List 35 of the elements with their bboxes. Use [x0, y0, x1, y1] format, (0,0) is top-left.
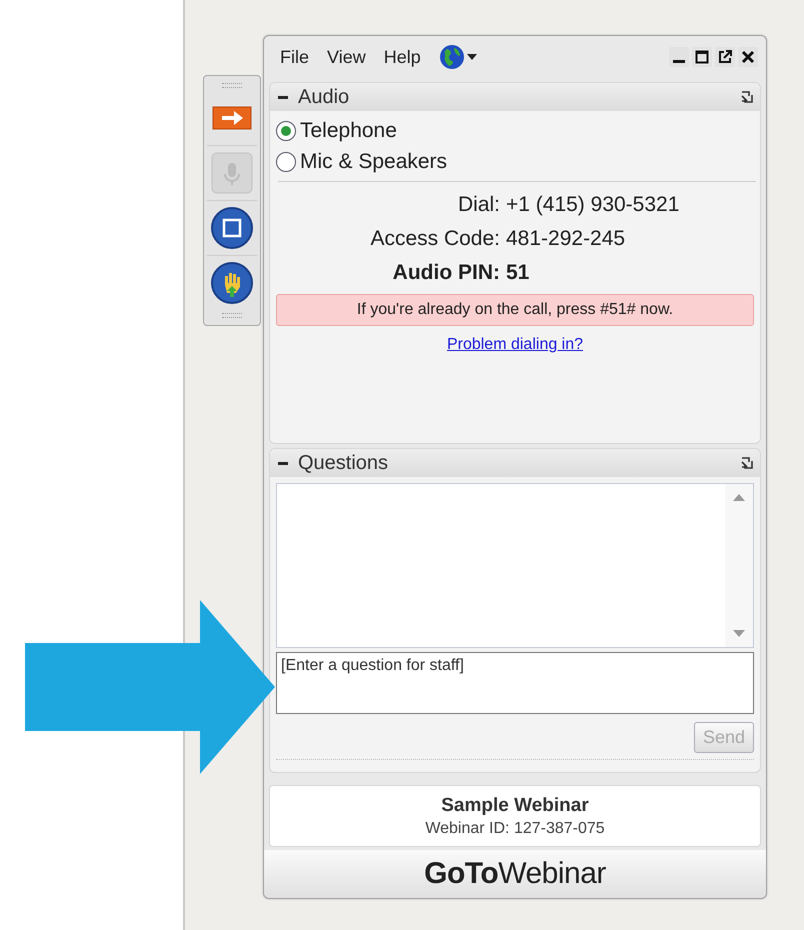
grip-handle[interactable]: [222, 83, 242, 88]
radio-button[interactable]: [276, 152, 296, 172]
detail-value: +1 (415) 930-5321: [506, 192, 680, 218]
popout-icon[interactable]: [740, 456, 754, 470]
webinar-id: Webinar ID: 127-387-075: [425, 820, 605, 838]
logo-text: GoToWebinar: [424, 857, 606, 891]
popout-icon[interactable]: [715, 47, 735, 67]
menu-item[interactable]: File: [280, 46, 310, 68]
question-input[interactable]: [Enter a question for staff]: [276, 652, 754, 714]
detail-label: Dial:: [456, 192, 500, 218]
section-title: Questions: [298, 452, 390, 474]
radio-button[interactable]: [276, 120, 296, 140]
radio-label: Mic & Speakers: [300, 150, 448, 174]
notice-banner: If you're already on the call, press #51# now.: [276, 294, 754, 326]
screen-icon[interactable]: [210, 206, 254, 250]
close-icon[interactable]: [738, 47, 758, 67]
minimize-icon[interactable]: [669, 47, 689, 67]
scroll-up-icon[interactable]: [733, 494, 745, 501]
detail-value: 481-292-245: [506, 226, 626, 252]
caret-icon[interactable]: [466, 54, 477, 60]
scroll-down-icon[interactable]: [733, 630, 745, 637]
grip-handle[interactable]: [222, 313, 242, 318]
help-link[interactable]: Problem dialing in?: [446, 336, 584, 354]
detail-value: 51: [506, 260, 530, 286]
maximize-icon[interactable]: [692, 47, 712, 67]
section-title: Audio: [298, 86, 350, 108]
detail-label: Audio PIN:: [392, 260, 500, 286]
menu-item[interactable]: Help: [384, 46, 421, 68]
globe-icon[interactable]: [438, 44, 465, 70]
webinar-name: Sample Webinar: [441, 794, 589, 816]
menu-item[interactable]: View: [327, 46, 366, 68]
raise-hand-icon[interactable]: [210, 261, 254, 305]
radio-label: Telephone: [300, 118, 397, 142]
popout-icon[interactable]: [740, 90, 754, 104]
detail-label: Access Code:: [369, 226, 500, 252]
